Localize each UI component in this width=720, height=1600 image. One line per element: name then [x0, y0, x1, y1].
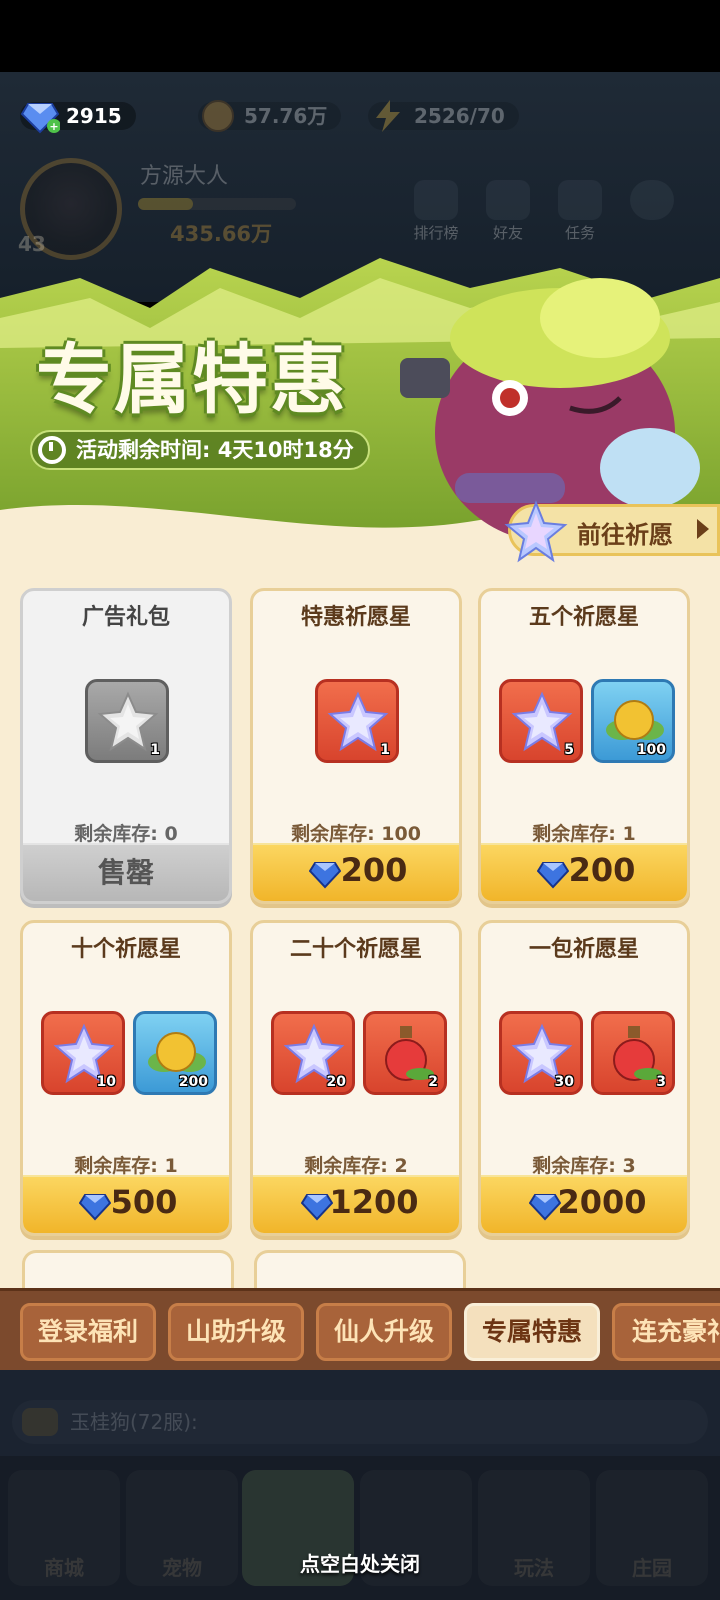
item-count: 1 [380, 742, 390, 758]
item-count: 3 [656, 1074, 666, 1090]
player-exp-bar [138, 198, 296, 210]
tasks-icon [558, 180, 602, 220]
wish-star-item[interactable]: 1 [85, 679, 169, 763]
packs-panel: 广告礼包 1 剩余库存: 0 售罄 特惠祈愿星 1 剩余库存: 100 200 五个祈愿星 5 10… [0, 566, 720, 1288]
item-count: 100 [636, 742, 666, 758]
tab-immortal-upgrade[interactable]: 仙人升级 [316, 1303, 452, 1361]
player-power: 435.66万 [170, 222, 273, 246]
pack-card[interactable]: 十个祈愿星 10 200 剩余库存: 1 500 [20, 920, 232, 1236]
pack-title: 十个祈愿星 [70, 937, 181, 962]
potion-item[interactable]: 2 [363, 1011, 447, 1095]
pack-title: 特惠祈愿星 [300, 605, 411, 630]
pack-stock: 剩余库存: 1 [532, 823, 636, 845]
pack-card[interactable]: 一包祈愿星 30 3 剩余库存: 3 2000 [478, 920, 690, 1236]
item-count: 10 [96, 1074, 116, 1090]
pack-card[interactable]: 特惠祈愿星 1 剩余库存: 100 200 [250, 588, 462, 904]
friends-icon [486, 180, 530, 220]
close-hint[interactable]: 点空白处关闭 [0, 1548, 720, 1577]
price-label: 200 [568, 851, 636, 889]
tab-recharge-gift[interactable]: 连充豪礼 [612, 1303, 720, 1361]
pack-stock: 剩余库存: 2 [304, 1155, 408, 1177]
tab-helper-upgrade[interactable]: 山助升级 [168, 1303, 304, 1361]
item-count: 20 [326, 1074, 346, 1090]
sold-out-button[interactable]: 售罄 [23, 843, 229, 901]
offer-banner: 专属特惠 活动剩余时间: 4天10时18分 前往祈愿 [0, 258, 720, 570]
pack-stock: 剩余库存: 1 [74, 1155, 178, 1177]
chat-sender: 玉桂狗(72服): [70, 1410, 198, 1434]
wish-star-icon [504, 500, 568, 563]
wish-star-item[interactable]: 5 [499, 679, 583, 763]
item-count: 5 [564, 742, 574, 758]
more-icon [630, 180, 674, 220]
player-name: 方源大人 [140, 164, 229, 189]
svg-text:+: + [49, 120, 58, 133]
leaderboard-icon [414, 180, 458, 220]
pack-title: 广告礼包 [81, 605, 170, 630]
diamond-icon: + [20, 103, 60, 134]
offer-tabs: 登录福利 山助升级 仙人升级 专属特惠 连充豪礼 [0, 1288, 720, 1370]
pack-stock: 剩余库存: 100 [291, 823, 421, 845]
event-timer: 活动剩余时间: 4天10时18分 [30, 430, 370, 470]
pack-card-partial [254, 1250, 466, 1288]
price-label: 500 [110, 1183, 178, 1221]
buy-button[interactable]: 1200 [253, 1175, 459, 1233]
item-count: 30 [554, 1074, 574, 1090]
diamond-counter[interactable]: + 2915 [20, 98, 136, 134]
wish-star-item[interactable]: 30 [499, 1011, 583, 1095]
energy-counter[interactable]: 2526/70 [368, 98, 519, 134]
buy-button[interactable]: 2000 [481, 1175, 687, 1233]
price-label: 200 [340, 851, 408, 889]
buy-button[interactable]: 500 [23, 1175, 229, 1233]
price-label: 2000 [557, 1183, 647, 1221]
banner-title: 专属特惠 [36, 335, 348, 424]
item-count: 2 [428, 1074, 438, 1090]
chat-bar[interactable]: 玉桂狗(72服): [12, 1400, 708, 1444]
pack-card[interactable]: 二十个祈愿星 20 2 剩余库存: 2 1200 [250, 920, 462, 1236]
tab-login-welfare[interactable]: 登录福利 [20, 1303, 156, 1361]
item-count: 1 [150, 742, 160, 758]
gold-counter[interactable]: 57.76万 [198, 98, 342, 134]
friends-button[interactable]: 好友 [478, 180, 538, 242]
price-label: 1200 [329, 1183, 419, 1221]
buy-button[interactable]: 200 [253, 843, 459, 901]
more-button[interactable] [622, 180, 682, 240]
go-pray-button[interactable]: 前往祈愿 [504, 500, 720, 563]
go-pray-label: 前往祈愿 [577, 521, 673, 549]
wish-star-item[interactable]: 1 [315, 679, 399, 763]
clock-icon [38, 436, 66, 464]
wish-star-item[interactable]: 10 [41, 1011, 125, 1095]
pack-stock: 剩余库存: 3 [532, 1155, 636, 1177]
pack-title: 五个祈愿星 [528, 605, 639, 630]
leaderboard-button[interactable]: 排行榜 [406, 180, 466, 242]
item-count: 200 [178, 1074, 208, 1090]
gold-seed-item[interactable]: 100 [591, 679, 675, 763]
lightning-icon [376, 100, 400, 132]
player-level: 43 [18, 232, 46, 256]
buy-button[interactable]: 200 [481, 843, 687, 901]
potion-item[interactable]: 3 [591, 1011, 675, 1095]
pack-title: 一包祈愿星 [528, 937, 639, 962]
tasks-button[interactable]: 任务 [550, 180, 610, 242]
wish-star-item[interactable]: 20 [271, 1011, 355, 1095]
gold-coin-icon [202, 100, 234, 132]
pack-card[interactable]: 五个祈愿星 5 100 剩余库存: 1 200 [478, 588, 690, 904]
sold-out-label: 售罄 [97, 856, 154, 889]
pack-card[interactable]: 广告礼包 1 剩余库存: 0 售罄 [20, 588, 232, 904]
gold-seed-item[interactable]: 200 [133, 1011, 217, 1095]
pack-card-partial [22, 1250, 234, 1288]
pack-title: 二十个祈愿星 [289, 937, 422, 962]
chat-icon [22, 1408, 58, 1436]
tab-exclusive-offer[interactable]: 专属特惠 [464, 1303, 600, 1361]
arrow-right-icon [697, 519, 709, 539]
pack-stock: 剩余库存: 0 [74, 823, 178, 845]
status-bar [0, 0, 720, 72]
